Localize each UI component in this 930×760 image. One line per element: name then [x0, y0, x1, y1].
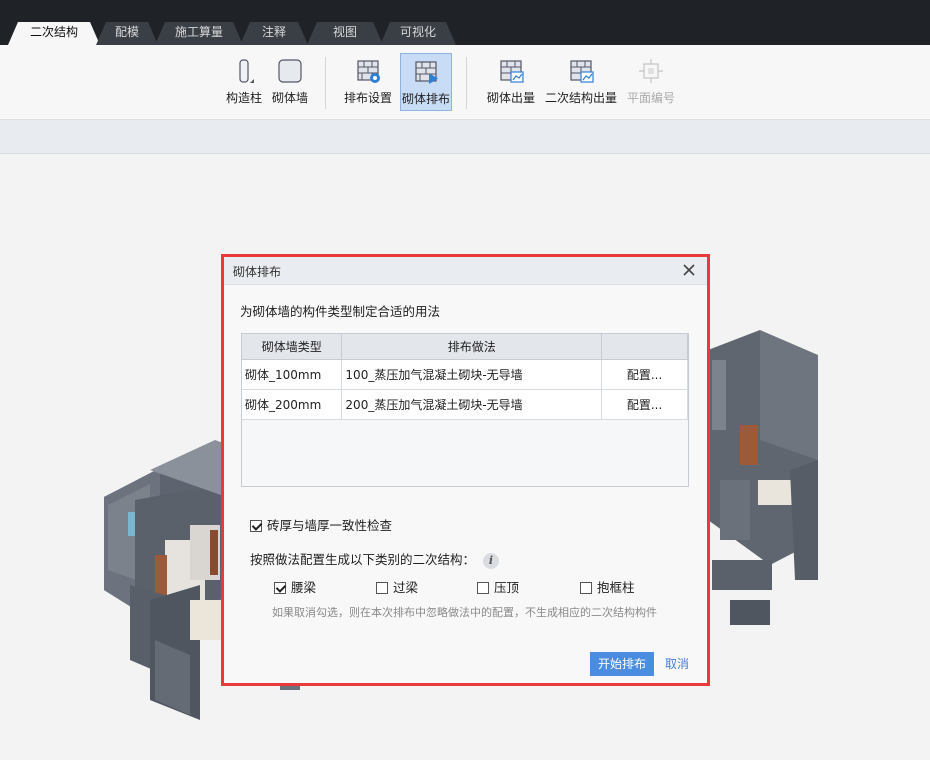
property-bar	[0, 120, 930, 154]
frame-column-checkbox[interactable]	[580, 582, 592, 594]
masonry-layout-dialog: 砌体排布 为砌体墙的构件类型制定合适的用法 砌体墙类型 排布做法 砌体_100m…	[224, 257, 707, 683]
generate-category-label: 按照做法配置生成以下类别的二次结构：	[250, 552, 476, 567]
plan-number-button[interactable]: 平面编号	[624, 53, 678, 111]
option-coping[interactable]: 压顶	[477, 577, 519, 596]
column-button[interactable]: 构造柱	[222, 53, 266, 111]
tab-view[interactable]: 视图	[307, 22, 383, 45]
tab-visualization[interactable]: 可视化	[380, 22, 456, 45]
layout-method-cell[interactable]: 200_蒸压加气混凝土砌块-无导墙	[341, 389, 603, 420]
brick-chart-icon	[500, 60, 524, 83]
coping-checkbox[interactable]	[477, 582, 489, 594]
masonry-layout-button[interactable]: 砌体排布	[400, 53, 452, 111]
option-waist-beam[interactable]: 腰梁	[274, 577, 316, 596]
lintel-label: 过梁	[393, 580, 419, 595]
layout-method-cell[interactable]: 100_蒸压加气混凝土砌块-无导墙	[341, 359, 603, 390]
hint-text: 如果取消勾选，则在本次排布中忽略做法中的配置，不生成相应的二次结构构件	[272, 606, 657, 619]
dialog-title: 砌体排布	[233, 265, 282, 279]
lintel-checkbox[interactable]	[376, 582, 388, 594]
dialog-description: 为砌体墙的构件类型制定合适的用法	[240, 304, 441, 319]
table-row[interactable]: 砌体_100mm 100_蒸压加气混凝土砌块-无导墙 配置...	[242, 359, 688, 390]
ribbon-toolbar: 构造柱 砌体墙 排布设置 砌体排布 砌体出量 二次结构出量 平面编号	[0, 45, 930, 120]
option-frame-column[interactable]: 抱框柱	[580, 577, 635, 596]
column-header-layout-method: 排布做法	[341, 334, 603, 360]
masonry-output-button[interactable]: 砌体出量	[483, 53, 539, 111]
wall-type-cell: 砌体_100mm	[242, 359, 343, 390]
cancel-button[interactable]: 取消	[665, 652, 689, 676]
tab-construction-quantity[interactable]: 施工算量	[155, 22, 243, 45]
waist-beam-label: 腰梁	[291, 580, 317, 595]
brick-chart-icon	[570, 60, 594, 83]
configure-button[interactable]: 配置...	[601, 359, 688, 390]
column-header-action	[601, 334, 688, 360]
tab-formwork[interactable]: 配模	[96, 22, 158, 45]
column-header-wall-type: 砌体墙类型	[242, 334, 343, 360]
wall-block-icon	[278, 59, 302, 83]
brick-gear-icon	[357, 60, 380, 83]
thickness-check-label: 砖厚与墙厚一致性检查	[267, 518, 393, 533]
secondary-structure-output-button[interactable]: 二次结构出量	[543, 53, 619, 111]
generate-category-heading: 按照做法配置生成以下类别的二次结构： i	[250, 549, 500, 569]
configure-button[interactable]: 配置...	[601, 389, 688, 420]
thickness-check-checkbox[interactable]	[250, 520, 262, 532]
wall-type-cell: 砌体_200mm	[242, 389, 343, 420]
table-header-row: 砌体墙类型 排布做法	[242, 334, 688, 360]
close-icon[interactable]	[681, 262, 697, 278]
table-row[interactable]: 砌体_200mm 200_蒸压加气混凝土砌块-无导墙 配置...	[242, 389, 688, 420]
ribbon-tab-bar: 二次结构 配模 施工算量 注释 视图 可视化	[0, 0, 930, 45]
waist-beam-checkbox[interactable]	[274, 582, 286, 594]
layout-settings-button[interactable]: 排布设置	[340, 53, 396, 111]
wall-type-table: 砌体墙类型 排布做法 砌体_100mm 100_蒸压加气混凝土砌块-无导墙 配置…	[241, 333, 689, 487]
plan-number-icon	[639, 59, 663, 83]
tab-annotation[interactable]: 注释	[240, 22, 308, 45]
dialog-title-bar: 砌体排布	[224, 257, 707, 285]
brick-play-icon	[415, 61, 438, 84]
thickness-check-option[interactable]: 砖厚与墙厚一致性检查	[250, 515, 392, 534]
frame-column-label: 抱框柱	[597, 580, 635, 595]
tab-secondary-structure[interactable]: 二次结构	[8, 22, 100, 45]
coping-label: 压顶	[494, 580, 520, 595]
info-icon[interactable]: i	[483, 553, 500, 569]
wall-button[interactable]: 砌体墙	[268, 53, 312, 111]
column-icon	[239, 59, 254, 83]
start-layout-button[interactable]: 开始排布	[590, 652, 654, 676]
option-lintel[interactable]: 过梁	[376, 577, 418, 596]
